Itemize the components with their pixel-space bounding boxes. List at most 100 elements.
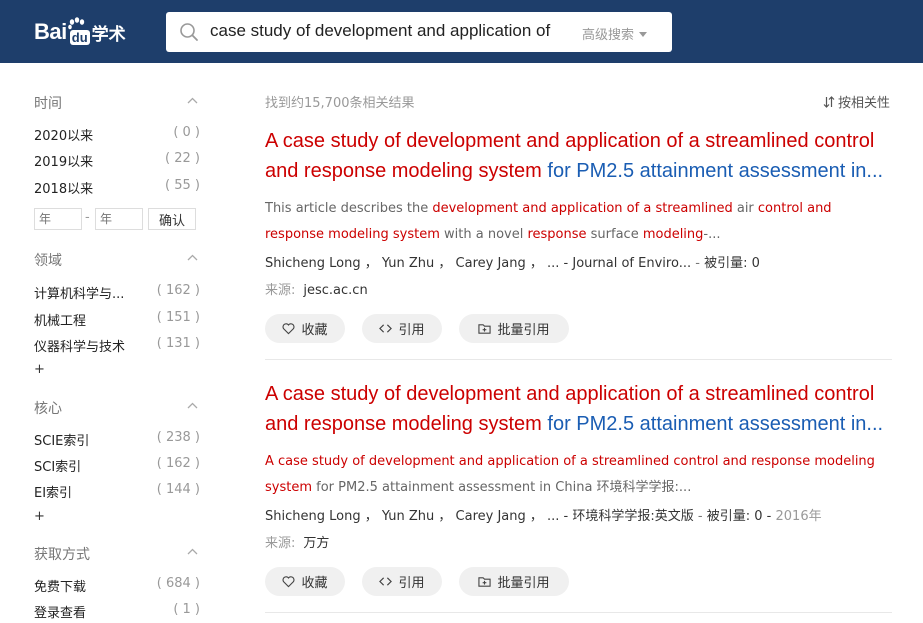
filter-label: SCIE索引	[34, 434, 90, 449]
filter-section-field[interactable]: 领域	[34, 250, 200, 270]
favorite-button[interactable]: 收藏	[265, 314, 345, 343]
filter-item-free-download[interactable]: 免费下载 ( 684 )	[34, 576, 202, 596]
source-label: 来源:	[265, 283, 296, 298]
filter-item-sci[interactable]: SCI索引 ( 162 )	[34, 456, 202, 476]
result-actions: 收藏 引用 批量引用	[265, 567, 892, 596]
cited-count: 被引量: 0 -	[706, 509, 772, 524]
filter-item-computer-science[interactable]: 计算机科学与... ( 162 )	[34, 283, 202, 303]
section-title: 时间	[34, 96, 62, 112]
heart-icon	[283, 323, 295, 335]
filter-count: ( 55 )	[165, 178, 200, 193]
authors[interactable]: Shicheng Long ， Yun Zhu ， Carey Jang ， .…	[265, 256, 572, 271]
batch-cite-label: 批量引用	[497, 323, 550, 338]
chevron-up-icon[interactable]	[187, 548, 198, 555]
abstract-text: This article describes the	[265, 201, 433, 216]
result-abstract: A case study of development and applicat…	[265, 449, 892, 501]
sort-label: 按相关性	[837, 96, 890, 111]
section-title: 领域	[34, 253, 62, 269]
authors[interactable]: Shicheng Long ， Yun Zhu ， Carey Jang ， .…	[265, 509, 572, 524]
sort-icon	[823, 96, 835, 108]
code-brackets-icon	[379, 577, 393, 586]
chevron-up-icon[interactable]	[187, 97, 198, 104]
result-meta-line: Shicheng Long ， Yun Zhu ， Carey Jang ， .…	[265, 505, 892, 529]
filter-count: ( 0 )	[173, 125, 200, 140]
top-header: Bai du 学术 case study of development and …	[0, 0, 923, 63]
abstract-highlight: development and application of a streaml…	[432, 201, 733, 216]
more-fields-button[interactable]: +	[34, 362, 45, 377]
more-core-button[interactable]: +	[34, 509, 45, 524]
year-range-filter: - 确认	[34, 208, 202, 230]
result-divider	[265, 612, 892, 613]
year-dash: -	[85, 210, 90, 225]
filter-section-access[interactable]: 获取方式	[34, 544, 200, 564]
journal[interactable]: 环境科学学报:英文版	[572, 509, 693, 524]
filter-item-scie[interactable]: SCIE索引 ( 238 )	[34, 430, 202, 450]
filter-count: ( 162 )	[156, 456, 200, 471]
filter-count: ( 131 )	[156, 336, 200, 351]
result-source: 来源: 万方	[265, 529, 892, 559]
result-title-link[interactable]: A case study of development and applicat…	[265, 379, 892, 439]
meta-separator: -	[691, 256, 705, 271]
filter-count: ( 684 )	[156, 576, 200, 591]
result-abstract: This article describes the development a…	[265, 196, 892, 248]
filter-label: 机械工程	[34, 314, 87, 329]
chevron-up-icon[interactable]	[187, 254, 198, 261]
filter-count: ( 1 )	[173, 602, 200, 617]
source-label: 来源:	[265, 536, 296, 551]
filter-section-core[interactable]: 核心	[34, 398, 200, 418]
abstract-highlight: modeling	[642, 227, 704, 242]
filter-label: SCI索引	[34, 460, 82, 475]
result-actions: 收藏 引用 批量引用	[265, 314, 892, 343]
batch-cite-button[interactable]: 批量引用	[459, 567, 569, 596]
filter-label: EI索引	[34, 486, 73, 501]
source-value[interactable]: 万方	[303, 536, 329, 551]
filter-label: 2020以来	[34, 129, 94, 144]
filter-item-login-view[interactable]: 登录查看 ( 1 )	[34, 602, 202, 622]
year-to-input[interactable]	[95, 208, 143, 230]
chevron-up-icon[interactable]	[187, 402, 198, 409]
batch-cite-label: 批量引用	[497, 576, 550, 591]
logo-bai: Bai	[34, 19, 67, 44]
cite-button[interactable]: 引用	[362, 567, 442, 596]
result-meta-line: Shicheng Long ， Yun Zhu ， Carey Jang ， .…	[265, 252, 892, 276]
filter-item-instrument-science[interactable]: 仪器科学与技术 ( 131 )	[34, 336, 202, 356]
baidu-scholar-logo[interactable]: Bai du 学术	[34, 16, 126, 48]
cite-button[interactable]: 引用	[362, 314, 442, 343]
result-item: A case study of development and applicat…	[265, 126, 892, 343]
filter-item-mechanical-engineering[interactable]: 机械工程 ( 151 )	[34, 310, 202, 330]
search-icon[interactable]	[179, 22, 199, 42]
logo-xueshu: 学术	[91, 24, 126, 45]
result-title-link[interactable]: A case study of development and applicat…	[265, 126, 892, 186]
filter-section-time[interactable]: 时间	[34, 93, 200, 113]
abstract-highlight: response	[527, 227, 587, 242]
sort-by-relevance-button[interactable]: 按相关性	[823, 92, 890, 111]
search-input[interactable]: case study of development and applicatio…	[210, 21, 570, 41]
abstract-text: with a novel	[439, 227, 528, 242]
year-from-input[interactable]	[34, 208, 82, 230]
year-confirm-button[interactable]: 确认	[148, 208, 196, 230]
meta-separator: -	[693, 509, 707, 524]
section-title: 获取方式	[34, 547, 90, 563]
chevron-down-icon	[639, 32, 648, 37]
filter-item-ei[interactable]: EI索引 ( 144 )	[34, 482, 202, 502]
result-source: 来源: jesc.ac.cn	[265, 276, 892, 306]
search-box[interactable]: case study of development and applicatio…	[166, 12, 672, 52]
favorite-label: 收藏	[301, 576, 328, 591]
code-brackets-icon	[379, 324, 393, 333]
journal[interactable]: Journal of Enviro...	[572, 256, 691, 271]
section-title: 核心	[34, 401, 62, 417]
favorite-button[interactable]: 收藏	[265, 567, 345, 596]
filter-item-2018[interactable]: 2018以来 ( 55 )	[34, 178, 202, 198]
advanced-search-button[interactable]: 高级搜索	[582, 24, 648, 43]
filter-label: 免费下载	[34, 580, 87, 595]
filter-count: ( 238 )	[156, 430, 200, 445]
batch-cite-button[interactable]: 批量引用	[459, 314, 569, 343]
result-item: A case study of development and applicat…	[265, 379, 892, 596]
filter-count: ( 144 )	[156, 482, 200, 497]
folder-plus-icon	[478, 324, 492, 334]
filter-item-2020[interactable]: 2020以来 ( 0 )	[34, 125, 202, 145]
filter-item-2019[interactable]: 2019以来 ( 22 )	[34, 151, 202, 171]
folder-plus-icon	[478, 577, 492, 587]
cited-count: 被引量: 0	[704, 256, 760, 271]
source-value[interactable]: jesc.ac.cn	[303, 283, 367, 298]
